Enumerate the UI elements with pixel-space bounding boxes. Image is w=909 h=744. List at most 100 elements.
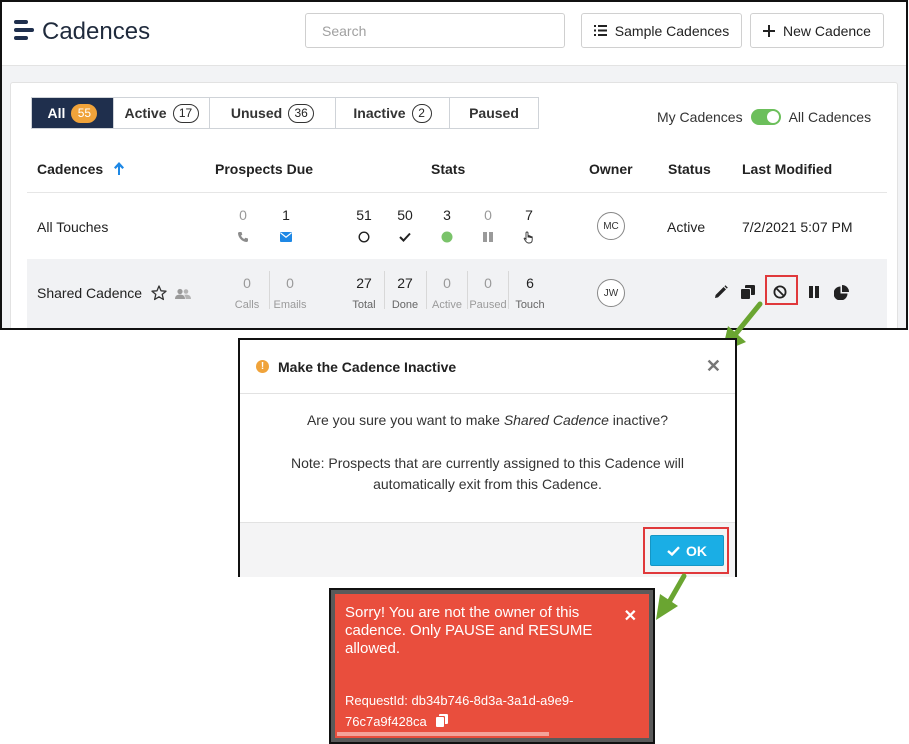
filter-tabs: All 55 Active 17 Unused 36 Inactive 2 Pa… <box>31 97 539 129</box>
column-header-owner: Owner <box>589 161 633 177</box>
total-count: 27 <box>356 275 372 291</box>
tab-count-badge: 2 <box>411 103 432 123</box>
tab-label: Active <box>124 105 167 121</box>
content-area: All 55 Active 17 Unused 36 Inactive 2 Pa… <box>2 66 906 328</box>
tab-count-badge: 17 <box>172 103 199 123</box>
green-dot-icon <box>440 230 454 244</box>
dialog-header: ! Make the Cadence Inactive ✕ <box>240 340 735 394</box>
question-text: inactive? <box>608 412 669 428</box>
tab-unused[interactable]: Unused 36 <box>210 98 336 128</box>
column-header-label: Cadences <box>37 161 104 177</box>
column-header-cadences[interactable]: Cadences <box>37 161 125 177</box>
column-header-stats: Stats <box>431 161 466 177</box>
emails-due-count: 1 <box>282 207 290 223</box>
edit-pencil-icon[interactable] <box>711 282 731 302</box>
cadence-name-link[interactable]: Shared Cadence <box>37 285 142 301</box>
clone-icon[interactable] <box>738 282 758 302</box>
column-header-prospects-due: Prospects Due <box>215 161 314 177</box>
copy-icon[interactable] <box>436 714 449 727</box>
paused-count: 0 <box>484 275 492 291</box>
hand-pointer-icon <box>522 230 536 244</box>
make-inactive-dialog: ! Make the Cadence Inactive ✕ Are you su… <box>238 338 737 577</box>
request-id-tail: 76c7a9f428ca <box>345 714 427 729</box>
app-logo-icon <box>14 20 34 42</box>
tab-label: Unused <box>230 105 283 121</box>
top-bar: Cadences Sample Cadences New Cadence <box>2 2 906 66</box>
list-icon <box>593 25 607 36</box>
toast-message: Sorry! You are not the owner of this cad… <box>345 604 593 657</box>
owner-avatar: JW <box>597 279 625 307</box>
pause-cadence-icon[interactable] <box>804 282 824 302</box>
dialog-title: Make the Cadence Inactive <box>278 359 457 375</box>
header-divider <box>27 192 887 193</box>
error-toast-frame: Sorry! You are not the owner of this cad… <box>329 588 655 744</box>
star-outline-icon[interactable] <box>151 285 167 301</box>
sort-arrow-up-icon <box>114 162 125 175</box>
tab-inactive[interactable]: Inactive 2 <box>336 98 450 128</box>
envelope-icon <box>279 230 293 244</box>
column-header-status: Status <box>668 161 711 177</box>
owner-toggle-switch[interactable] <box>750 109 781 125</box>
dialog-footer: OK <box>240 522 735 577</box>
ok-highlight <box>643 527 729 574</box>
close-icon[interactable]: ✕ <box>706 356 721 377</box>
sample-cadences-button[interactable]: Sample Cadences <box>581 13 742 48</box>
page-title: Cadences <box>42 18 151 45</box>
phone-icon <box>236 230 250 244</box>
pie-chart-icon[interactable] <box>831 282 851 302</box>
my-cadences-label: My Cadences <box>657 109 743 125</box>
deactivate-highlight <box>765 275 798 305</box>
total-count: 51 <box>356 207 372 223</box>
active-count: 0 <box>443 275 451 291</box>
green-arrow-icon <box>656 573 687 620</box>
request-id-line: RequestId: db34b746-8d3a-3a1d-a9e9- <box>345 693 574 708</box>
column-header-last-modified: Last Modified <box>742 161 833 177</box>
touch-count: 6 <box>526 275 534 291</box>
warning-icon: ! <box>256 360 269 373</box>
done-count: 50 <box>397 207 413 223</box>
dialog-body: Are you sure you want to make Shared Cad… <box>240 394 735 522</box>
check-icon <box>398 230 412 244</box>
active-count: 3 <box>443 207 451 223</box>
search-input[interactable] <box>305 13 565 48</box>
tab-label: Paused <box>469 105 519 121</box>
tab-count-badge: 36 <box>288 103 315 123</box>
calls-due-count: 0 <box>243 275 251 291</box>
calls-due-count: 0 <box>239 207 247 223</box>
error-toast: Sorry! You are not the owner of this cad… <box>335 594 649 738</box>
cadence-name-emphasis: Shared Cadence <box>503 412 609 428</box>
cadence-name-link[interactable]: All Touches <box>37 219 108 235</box>
tab-label: Inactive <box>353 105 406 121</box>
cadences-app-panel: Cadences Sample Cadences New Cadence All… <box>0 0 908 330</box>
note-line: automatically exit from this Cadence. <box>373 476 602 492</box>
new-cadence-button[interactable]: New Cadence <box>750 13 884 48</box>
all-cadences-label: All Cadences <box>788 109 872 125</box>
toast-progress-bar <box>337 732 549 736</box>
tab-all[interactable]: All 55 <box>32 98 114 128</box>
tab-label: All <box>47 105 66 121</box>
note-line: Note: Prospects that are currently assig… <box>291 455 684 471</box>
shared-users-icon <box>175 287 191 301</box>
plus-icon <box>763 24 776 37</box>
circle-outline-icon <box>357 230 371 244</box>
cadences-card: All 55 Active 17 Unused 36 Inactive 2 Pa… <box>10 82 898 328</box>
sample-cadences-label: Sample Cadences <box>614 22 730 39</box>
question-text: Are you sure you want to make <box>306 412 504 428</box>
pause-icon <box>481 230 495 244</box>
tab-paused[interactable]: Paused <box>450 98 538 128</box>
tab-active[interactable]: Active 17 <box>114 98 210 128</box>
paused-count: 0 <box>484 207 492 223</box>
last-modified-text: 7/2/2021 5:07 PM <box>742 219 853 235</box>
tab-count-badge: 55 <box>71 103 98 123</box>
new-cadence-label: New Cadence <box>783 22 871 39</box>
owner-filter-toggle: My Cadences All Cadences <box>657 109 871 125</box>
confirm-question: Are you sure you want to make Shared Cad… <box>240 410 735 431</box>
touch-count: 7 <box>525 207 533 223</box>
close-icon[interactable]: ✕ <box>624 606 637 626</box>
request-id: RequestId: db34b746-8d3a-3a1d-a9e9- 76c7… <box>345 690 625 732</box>
owner-avatar: MC <box>597 212 625 240</box>
emails-sublabel: Emails <box>273 299 307 311</box>
touch-sublabel: Touch <box>515 299 545 311</box>
status-text: Active <box>667 219 706 235</box>
done-count: 27 <box>397 275 413 291</box>
